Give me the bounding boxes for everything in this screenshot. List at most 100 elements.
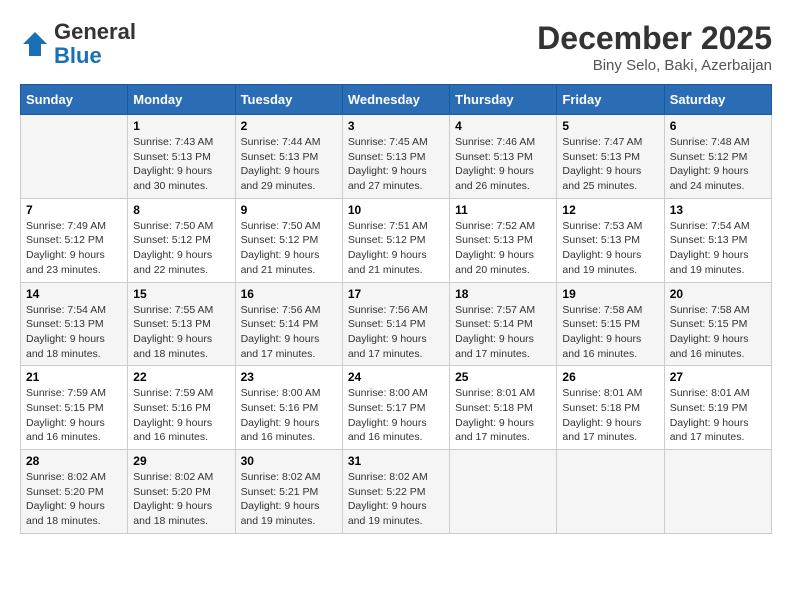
logo-icon [20,29,50,59]
day-number: 6 [670,119,766,133]
day-number: 12 [562,203,658,217]
day-info: Sunrise: 7:58 AM Sunset: 5:15 PM Dayligh… [562,303,658,362]
calendar-cell: 3 Sunrise: 7:45 AM Sunset: 5:13 PM Daylig… [342,115,449,199]
calendar-cell [557,450,664,534]
calendar-cell: 14 Sunrise: 7:54 AM Sunset: 5:13 PM Dayli… [21,282,128,366]
weekday-header: Tuesday [235,85,342,115]
weekday-header: Friday [557,85,664,115]
weekday-header: Sunday [21,85,128,115]
day-info: Sunrise: 8:00 AM Sunset: 5:16 PM Dayligh… [241,386,337,445]
calendar-cell: 6 Sunrise: 7:48 AM Sunset: 5:12 PM Daylig… [664,115,771,199]
day-info: Sunrise: 8:01 AM Sunset: 5:18 PM Dayligh… [455,386,551,445]
day-info: Sunrise: 7:50 AM Sunset: 5:12 PM Dayligh… [133,219,229,278]
calendar-cell: 21Sunrise: 7:59 AM Sunset: 5:15 PM Dayli… [21,366,128,450]
day-info: Sunrise: 7:48 AM Sunset: 5:12 PM Dayligh… [670,135,766,194]
day-number: 1 [133,119,229,133]
day-number: 31 [348,454,444,468]
calendar-cell: 4 Sunrise: 7:46 AM Sunset: 5:13 PM Daylig… [450,115,557,199]
title-block: December 2025 Biny Selo, Baki, Azerbaija… [537,20,772,74]
day-info: Sunrise: 7:53 AM Sunset: 5:13 PM Dayligh… [562,219,658,278]
weekday-header: Saturday [664,85,771,115]
weekday-header: Thursday [450,85,557,115]
day-number: 8 [133,203,229,217]
day-info: Sunrise: 7:43 AM Sunset: 5:13 PM Dayligh… [133,135,229,194]
calendar-cell: 30 Sunrise: 8:02 AM Sunset: 5:21 PM Dayli… [235,450,342,534]
calendar-cell: 27 Sunrise: 8:01 AM Sunset: 5:19 PM Dayli… [664,366,771,450]
calendar-cell: 19 Sunrise: 7:58 AM Sunset: 5:15 PM Dayli… [557,282,664,366]
calendar-cell: 1 Sunrise: 7:43 AM Sunset: 5:13 PM Daylig… [128,115,235,199]
day-info: Sunrise: 7:54 AM Sunset: 5:13 PM Dayligh… [26,303,122,362]
calendar-cell: 23 Sunrise: 8:00 AM Sunset: 5:16 PM Dayli… [235,366,342,450]
day-number: 5 [562,119,658,133]
day-info: Sunrise: 7:57 AM Sunset: 5:14 PM Dayligh… [455,303,551,362]
day-number: 30 [241,454,337,468]
day-number: 18 [455,287,551,301]
calendar-cell: 26 Sunrise: 8:01 AM Sunset: 5:18 PM Dayli… [557,366,664,450]
calendar-cell: 28 Sunrise: 8:02 AM Sunset: 5:20 PM Dayli… [21,450,128,534]
calendar-cell: 5 Sunrise: 7:47 AM Sunset: 5:13 PM Daylig… [557,115,664,199]
day-number: 14 [26,287,122,301]
day-number: 3 [348,119,444,133]
calendar-cell [664,450,771,534]
calendar-cell: 18 Sunrise: 7:57 AM Sunset: 5:14 PM Dayli… [450,282,557,366]
calendar-week-row: 1 Sunrise: 7:43 AM Sunset: 5:13 PM Daylig… [21,115,772,199]
day-number: 16 [241,287,337,301]
day-number: 26 [562,370,658,384]
calendar-cell: 2Sunrise: 7:44 AM Sunset: 5:13 PM Daylig… [235,115,342,199]
logo-text: General Blue [54,20,136,68]
day-number: 13 [670,203,766,217]
day-info: Sunrise: 8:01 AM Sunset: 5:18 PM Dayligh… [562,386,658,445]
calendar-cell: 9Sunrise: 7:50 AM Sunset: 5:12 PM Daylig… [235,198,342,282]
day-info: Sunrise: 7:52 AM Sunset: 5:13 PM Dayligh… [455,219,551,278]
calendar-cell: 8 Sunrise: 7:50 AM Sunset: 5:12 PM Daylig… [128,198,235,282]
day-info: Sunrise: 7:46 AM Sunset: 5:13 PM Dayligh… [455,135,551,194]
day-number: 7 [26,203,122,217]
day-info: Sunrise: 7:44 AM Sunset: 5:13 PM Dayligh… [241,135,337,194]
day-info: Sunrise: 8:02 AM Sunset: 5:21 PM Dayligh… [241,470,337,529]
day-info: Sunrise: 7:47 AM Sunset: 5:13 PM Dayligh… [562,135,658,194]
calendar-week-row: 21Sunrise: 7:59 AM Sunset: 5:15 PM Dayli… [21,366,772,450]
day-number: 24 [348,370,444,384]
day-info: Sunrise: 7:59 AM Sunset: 5:15 PM Dayligh… [26,386,122,445]
calendar-week-row: 28 Sunrise: 8:02 AM Sunset: 5:20 PM Dayli… [21,450,772,534]
day-number: 19 [562,287,658,301]
day-info: Sunrise: 7:56 AM Sunset: 5:14 PM Dayligh… [241,303,337,362]
month-title: December 2025 [537,20,772,57]
calendar-cell [21,115,128,199]
calendar-cell: 20Sunrise: 7:58 AM Sunset: 5:15 PM Dayli… [664,282,771,366]
day-info: Sunrise: 7:56 AM Sunset: 5:14 PM Dayligh… [348,303,444,362]
day-number: 25 [455,370,551,384]
day-info: Sunrise: 8:02 AM Sunset: 5:20 PM Dayligh… [26,470,122,529]
day-info: Sunrise: 7:50 AM Sunset: 5:12 PM Dayligh… [241,219,337,278]
logo: General Blue [20,20,136,68]
calendar-header-row: SundayMondayTuesdayWednesdayThursdayFrid… [21,85,772,115]
day-number: 27 [670,370,766,384]
weekday-header: Wednesday [342,85,449,115]
day-number: 28 [26,454,122,468]
calendar-table: SundayMondayTuesdayWednesdayThursdayFrid… [20,84,772,534]
day-info: Sunrise: 7:58 AM Sunset: 5:15 PM Dayligh… [670,303,766,362]
logo-general: General [54,20,136,44]
day-number: 11 [455,203,551,217]
calendar-cell: 17Sunrise: 7:56 AM Sunset: 5:14 PM Dayli… [342,282,449,366]
calendar-week-row: 14 Sunrise: 7:54 AM Sunset: 5:13 PM Dayli… [21,282,772,366]
calendar-cell: 22Sunrise: 7:59 AM Sunset: 5:16 PM Dayli… [128,366,235,450]
calendar-cell: 16 Sunrise: 7:56 AM Sunset: 5:14 PM Dayli… [235,282,342,366]
day-info: Sunrise: 8:01 AM Sunset: 5:19 PM Dayligh… [670,386,766,445]
day-number: 4 [455,119,551,133]
calendar-cell: 15Sunrise: 7:55 AM Sunset: 5:13 PM Dayli… [128,282,235,366]
logo-blue: Blue [54,44,136,68]
day-number: 10 [348,203,444,217]
day-number: 29 [133,454,229,468]
calendar-cell: 12 Sunrise: 7:53 AM Sunset: 5:13 PM Dayli… [557,198,664,282]
day-info: Sunrise: 7:54 AM Sunset: 5:13 PM Dayligh… [670,219,766,278]
day-info: Sunrise: 7:45 AM Sunset: 5:13 PM Dayligh… [348,135,444,194]
calendar-cell: 13 Sunrise: 7:54 AM Sunset: 5:13 PM Dayli… [664,198,771,282]
day-number: 23 [241,370,337,384]
calendar-cell: 24 Sunrise: 8:00 AM Sunset: 5:17 PM Dayli… [342,366,449,450]
day-info: Sunrise: 8:00 AM Sunset: 5:17 PM Dayligh… [348,386,444,445]
calendar-week-row: 7Sunrise: 7:49 AM Sunset: 5:12 PM Daylig… [21,198,772,282]
day-info: Sunrise: 7:59 AM Sunset: 5:16 PM Dayligh… [133,386,229,445]
calendar-cell [450,450,557,534]
day-info: Sunrise: 7:51 AM Sunset: 5:12 PM Dayligh… [348,219,444,278]
